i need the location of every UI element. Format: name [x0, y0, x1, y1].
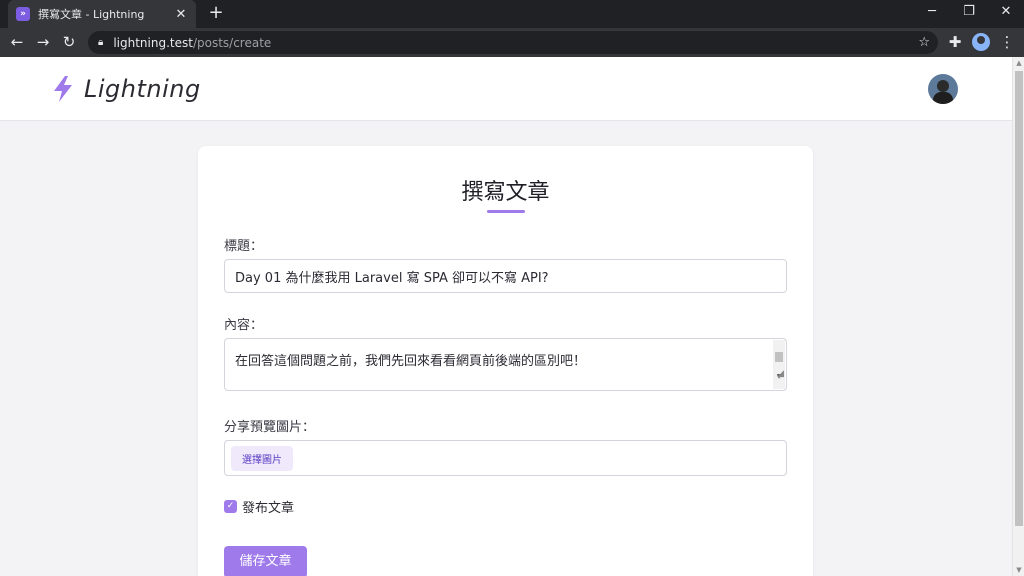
- browser-toolbar: ← → ↻ 🔒︎ lightning.test/posts/create ☆ ✚…: [0, 28, 1024, 57]
- bookmark-star-icon[interactable]: ☆: [918, 35, 930, 50]
- back-arrow-icon[interactable]: ←: [6, 31, 28, 53]
- brand-name: Lightning: [84, 75, 201, 103]
- forward-arrow-icon[interactable]: →: [32, 31, 54, 53]
- url-path: /posts/create: [192, 35, 272, 50]
- image-label: 分享預覽圖片：: [224, 420, 316, 435]
- browser-tab[interactable]: » 撰寫文章 - Lightning ✕: [8, 0, 196, 28]
- publish-label: 發布文章: [242, 501, 295, 516]
- scroll-down-icon[interactable]: ▼: [1015, 566, 1023, 574]
- restore-icon[interactable]: ❐: [957, 2, 981, 22]
- new-tab-button[interactable]: +: [206, 3, 226, 23]
- post-form-card: 撰寫文章 標題： Day 01 為什麼我用 Laravel 寫 SPA 卻可以不…: [198, 146, 813, 576]
- address-bar[interactable]: 🔒︎ lightning.test/posts/create ☆: [88, 31, 938, 54]
- content-textarea[interactable]: 在回答這個問題之前，我們先回來看看網頁前後端的區別吧！ ▲ ▼ ◢: [224, 338, 787, 391]
- title-input-value: Day 01 為什麼我用 Laravel 寫 SPA 卻可以不寫 API?: [235, 270, 549, 286]
- site-favicon-icon: »: [16, 7, 30, 21]
- minimize-icon[interactable]: ─: [920, 2, 944, 22]
- publish-checkbox[interactable]: ✓: [224, 500, 237, 513]
- tab-close-icon[interactable]: ✕: [174, 7, 188, 22]
- site-header: Lightning: [0, 57, 1012, 121]
- content-label: 內容：: [224, 318, 264, 333]
- title-label: 標題：: [224, 239, 264, 254]
- image-upload-field[interactable]: 選擇圖片: [224, 440, 787, 476]
- content-textarea-value: 在回答這個問題之前，我們先回來看看網頁前後端的區別吧！: [235, 354, 587, 369]
- reload-icon[interactable]: ↻: [58, 31, 80, 53]
- page-title: 撰寫文章: [461, 180, 550, 205]
- lightning-bolt-icon: [54, 76, 72, 102]
- url-host: lightning.test: [113, 35, 193, 50]
- site-logo[interactable]: Lightning: [52, 75, 201, 103]
- title-underline: [487, 210, 525, 213]
- title-input[interactable]: Day 01 為什麼我用 Laravel 寫 SPA 卻可以不寫 API?: [224, 259, 787, 293]
- browser-tabstrip: » 撰寫文章 - Lightning ✕ + ─ ❐ ✕: [0, 0, 1024, 28]
- extensions-puzzle-icon[interactable]: ✚: [944, 31, 966, 53]
- scroll-thumb[interactable]: [1015, 71, 1023, 526]
- menu-kebab-icon[interactable]: ⋮: [996, 31, 1018, 53]
- page-scrollbar[interactable]: ▲ ▼: [1012, 57, 1024, 576]
- user-avatar[interactable]: [928, 74, 958, 104]
- save-post-button[interactable]: 儲存文章: [224, 546, 307, 576]
- window-close-icon[interactable]: ✕: [994, 2, 1018, 22]
- publish-row[interactable]: ✓ 發布文章: [224, 497, 294, 516]
- lock-icon: 🔒︎: [98, 37, 104, 48]
- tab-title: 撰寫文章 - Lightning: [38, 8, 145, 21]
- choose-image-button[interactable]: 選擇圖片: [231, 445, 293, 471]
- resize-handle-icon[interactable]: ◢: [777, 359, 784, 389]
- scroll-up-icon[interactable]: ▲: [1015, 59, 1023, 67]
- browser-profile-icon[interactable]: [972, 33, 990, 51]
